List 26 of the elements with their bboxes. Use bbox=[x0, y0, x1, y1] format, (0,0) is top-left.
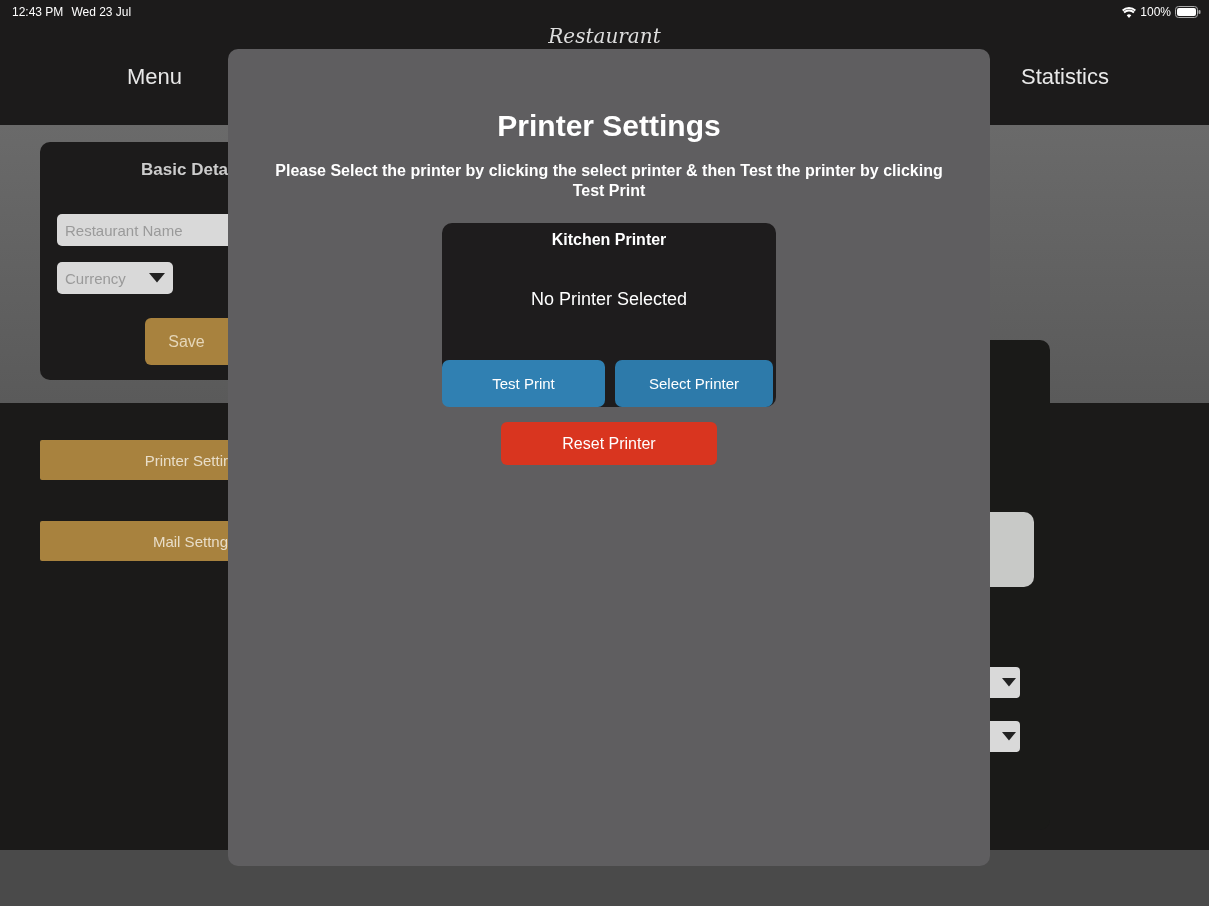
wifi-icon bbox=[1122, 6, 1137, 18]
dropdown-select[interactable] bbox=[990, 667, 1020, 698]
dialog-title: Printer Settings bbox=[497, 109, 721, 143]
dialog-instructions: Please Select the printer by clicking the select printer & then Test the printer by clicking Test Print bbox=[274, 161, 944, 201]
dropdown-caret-icon bbox=[1002, 678, 1016, 687]
restaurant-name-field[interactable]: Restaurant Name bbox=[57, 214, 228, 246]
restaurant-logo-text: Restaurant bbox=[548, 24, 661, 48]
dropdown-caret-icon bbox=[1002, 732, 1016, 741]
printer-status-text: No Printer Selected bbox=[530, 289, 688, 310]
card-title: Basic Deta bbox=[141, 160, 228, 180]
settings-button[interactable]: Mail Settng bbox=[40, 521, 228, 561]
select-printer-button[interactable]: Select Printer bbox=[615, 360, 773, 407]
nav-tab[interactable]: Statistics bbox=[1020, 64, 1109, 90]
save-button[interactable]: Save bbox=[145, 318, 228, 365]
dropdown-select[interactable] bbox=[990, 721, 1020, 752]
printer-card-title: Kitchen Printer bbox=[551, 231, 667, 249]
text-area-field[interactable] bbox=[990, 512, 1034, 587]
nav-tab[interactable]: Menu bbox=[127, 64, 183, 90]
battery-percentage: 100% bbox=[1140, 5, 1171, 19]
reset-printer-button[interactable]: Reset Printer bbox=[501, 422, 717, 465]
status-time: 12:43 PM bbox=[12, 5, 64, 19]
dropdown-caret-icon bbox=[149, 273, 165, 283]
battery-icon bbox=[1175, 6, 1201, 18]
status-date: Wed 23 Jul bbox=[71, 5, 132, 19]
test-print-button[interactable]: Test Print bbox=[442, 360, 605, 407]
settings-button[interactable]: Printer Settir bbox=[40, 440, 228, 480]
